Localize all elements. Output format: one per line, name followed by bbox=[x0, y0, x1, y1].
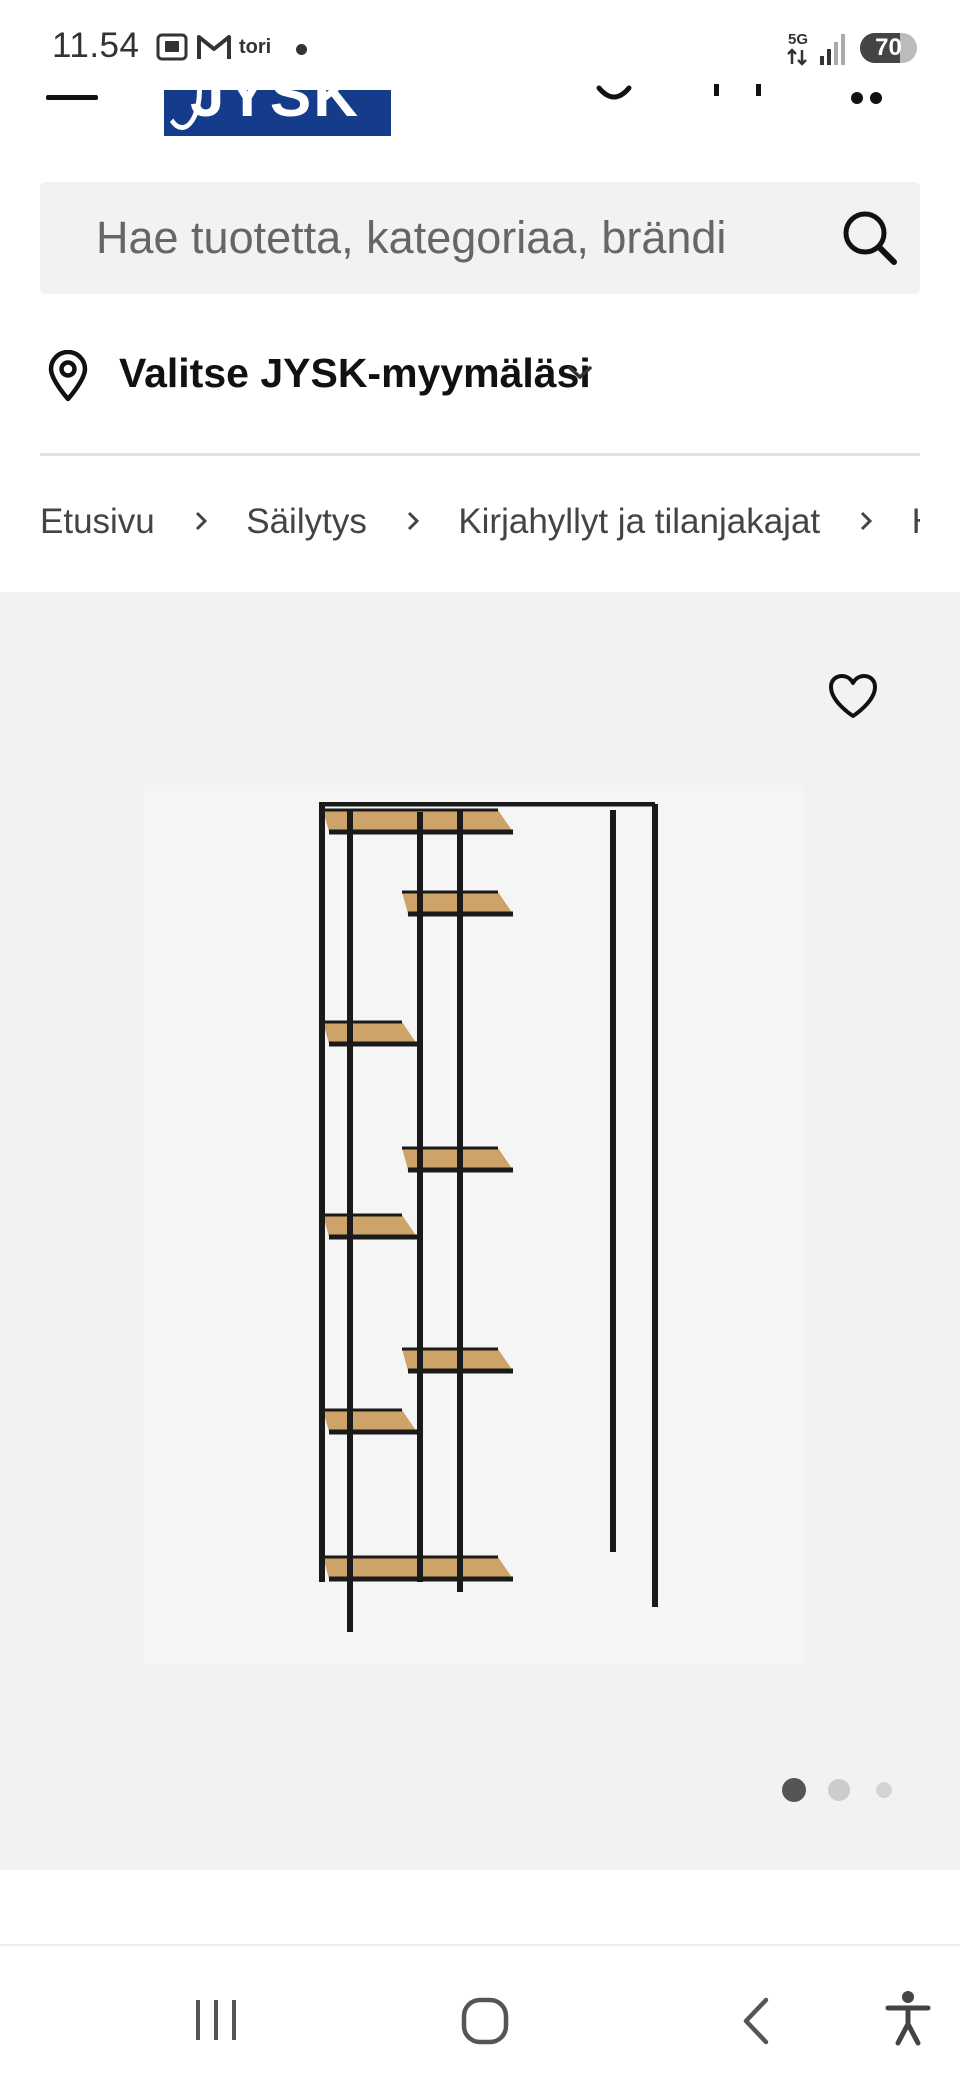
system-navigation-bar bbox=[0, 1944, 960, 2080]
chevron-right-icon bbox=[405, 502, 421, 542]
screenshot-icon bbox=[155, 30, 189, 69]
status-time: 11.54 bbox=[52, 26, 140, 65]
store-selector-label: Valitse JYSK-myymäläsi bbox=[119, 350, 591, 396]
recent-apps-icon[interactable] bbox=[192, 1996, 240, 2049]
pagination-dot-active[interactable] bbox=[782, 1778, 806, 1802]
breadcrumb: Etusivu Säilytys Kirjahyllyt ja tilanjak… bbox=[40, 500, 920, 560]
location-pin-icon bbox=[46, 349, 90, 407]
status-bar: 11.54 tori 5G 70 bbox=[0, 0, 960, 90]
search-input[interactable] bbox=[96, 182, 816, 294]
home-icon[interactable] bbox=[460, 1996, 510, 2051]
network-type-label: 5G bbox=[788, 31, 808, 48]
user-icon[interactable] bbox=[596, 84, 632, 109]
gmail-icon bbox=[196, 30, 232, 69]
breadcrumb-item-sailytys[interactable]: Säilytys bbox=[246, 502, 367, 542]
tori-notification-label: tori bbox=[239, 36, 272, 58]
battery-level: 70 bbox=[875, 34, 902, 61]
search-bar bbox=[40, 182, 920, 294]
wishlist-header-icon[interactable] bbox=[712, 84, 762, 105]
pagination-dot[interactable] bbox=[828, 1779, 850, 1801]
divider bbox=[40, 453, 920, 456]
chevron-down-icon bbox=[567, 364, 593, 387]
pagination-dot[interactable] bbox=[876, 1782, 892, 1798]
jysk-logo[interactable]: JYSK bbox=[164, 90, 391, 136]
breadcrumb-item-kirjahyllyt[interactable]: Kirjahyllyt ja tilanjakajat bbox=[458, 502, 820, 542]
breadcrumb-item-etusivu[interactable]: Etusivu bbox=[40, 502, 155, 542]
accessibility-icon[interactable] bbox=[884, 1990, 932, 2051]
chevron-right-icon bbox=[858, 502, 874, 542]
notification-dot bbox=[296, 44, 307, 55]
store-selector[interactable]: Valitse JYSK-myymäläsi bbox=[40, 340, 920, 410]
network-icon: 5G bbox=[786, 28, 848, 73]
product-gallery[interactable] bbox=[0, 592, 960, 1870]
shelf-board bbox=[323, 1215, 417, 1237]
heart-icon[interactable] bbox=[826, 670, 880, 724]
logo-text: JYSK bbox=[190, 90, 360, 130]
search-icon[interactable] bbox=[840, 208, 900, 268]
cart-icon[interactable] bbox=[848, 84, 888, 113]
product-image-shelf bbox=[319, 802, 658, 1632]
shelf-board bbox=[323, 1410, 417, 1432]
back-icon[interactable] bbox=[736, 1996, 776, 2051]
battery-indicator: 70 bbox=[860, 33, 917, 63]
breadcrumb-item-hylly[interactable]: Hylly bbox=[912, 502, 920, 542]
shelf-board bbox=[323, 1022, 417, 1044]
chevron-right-icon bbox=[193, 502, 209, 542]
menu-icon[interactable] bbox=[46, 95, 98, 100]
